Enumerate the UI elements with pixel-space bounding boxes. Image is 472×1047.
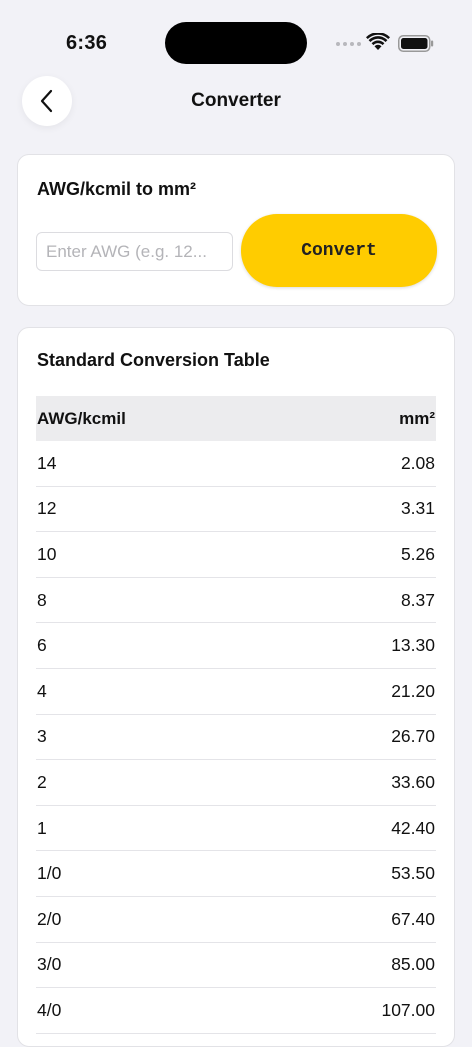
- header-awg: AWG/kcmil: [37, 408, 126, 428]
- cellular-signal-icon: [336, 42, 361, 46]
- cell-mm2: 2.08: [400, 452, 435, 473]
- cell-mm2: 42.40: [391, 817, 435, 838]
- converter-card: AWG/kcmil to mm² Convert: [17, 154, 455, 306]
- conversion-table: AWG/kcmil mm² 14 2.08 12 3.31 10 5.26 8 …: [36, 396, 436, 1034]
- converter-title: AWG/kcmil to mm²: [37, 179, 197, 199]
- table-row: 3 26.70: [36, 715, 436, 761]
- table-title: Standard Conversion Table: [37, 350, 270, 370]
- cell-awg: 1/0: [37, 863, 62, 884]
- table-row: 3/0 85.00: [36, 943, 436, 989]
- cell-awg: 2/0: [37, 908, 62, 929]
- cell-mm2: 107.00: [381, 999, 435, 1020]
- cell-awg: 10: [37, 543, 57, 564]
- cell-awg: 12: [37, 498, 57, 519]
- cell-mm2: 67.40: [391, 908, 435, 929]
- page-title: Converter: [191, 90, 281, 111]
- wifi-icon: [366, 33, 390, 50]
- table-row: 2 33.60: [36, 760, 436, 806]
- cell-mm2: 21.20: [391, 680, 435, 701]
- cell-awg: 14: [37, 452, 57, 473]
- cell-mm2: 85.00: [391, 954, 435, 975]
- table-row: 4/0 107.00: [36, 988, 436, 1034]
- cell-awg: 3: [37, 726, 47, 747]
- table-row: 4 21.20: [36, 669, 436, 715]
- cell-mm2: 3.31: [400, 498, 435, 519]
- conversion-table-card: Standard Conversion Table AWG/kcmil mm² …: [17, 327, 455, 1047]
- table-row: 8 8.37: [36, 578, 436, 624]
- cell-mm2: 26.70: [391, 726, 435, 747]
- status-bar: 6:36: [0, 0, 472, 80]
- table-row: 14 2.08: [36, 441, 436, 487]
- cell-awg: 4: [37, 680, 47, 701]
- table-header: AWG/kcmil mm²: [36, 396, 436, 441]
- cell-awg: 1: [37, 817, 47, 838]
- table-row: 12 3.31: [36, 487, 436, 533]
- header-mm2: mm²: [399, 408, 435, 428]
- cell-mm2: 8.37: [400, 589, 435, 610]
- cell-awg: 4/0: [37, 999, 62, 1020]
- battery-icon: [398, 35, 434, 52]
- cell-mm2: 53.50: [391, 863, 435, 884]
- table-row: 2/0 67.40: [36, 897, 436, 943]
- table-row: 1/0 53.50: [36, 851, 436, 897]
- table-row: 10 5.26: [36, 532, 436, 578]
- dynamic-island: [165, 22, 307, 64]
- cell-awg: 6: [37, 635, 47, 656]
- cell-awg: 8: [37, 589, 47, 610]
- cell-mm2: 13.30: [391, 635, 435, 656]
- status-time: 6:36: [66, 32, 108, 54]
- cell-mm2: 33.60: [391, 771, 435, 792]
- cell-awg: 3/0: [37, 954, 62, 975]
- convert-button[interactable]: Convert: [241, 214, 437, 287]
- table-row: 1 42.40: [36, 806, 436, 852]
- cell-mm2: 5.26: [400, 543, 435, 564]
- cell-awg: 2: [37, 771, 47, 792]
- awg-input[interactable]: [36, 232, 233, 271]
- table-row: 6 13.30: [36, 623, 436, 669]
